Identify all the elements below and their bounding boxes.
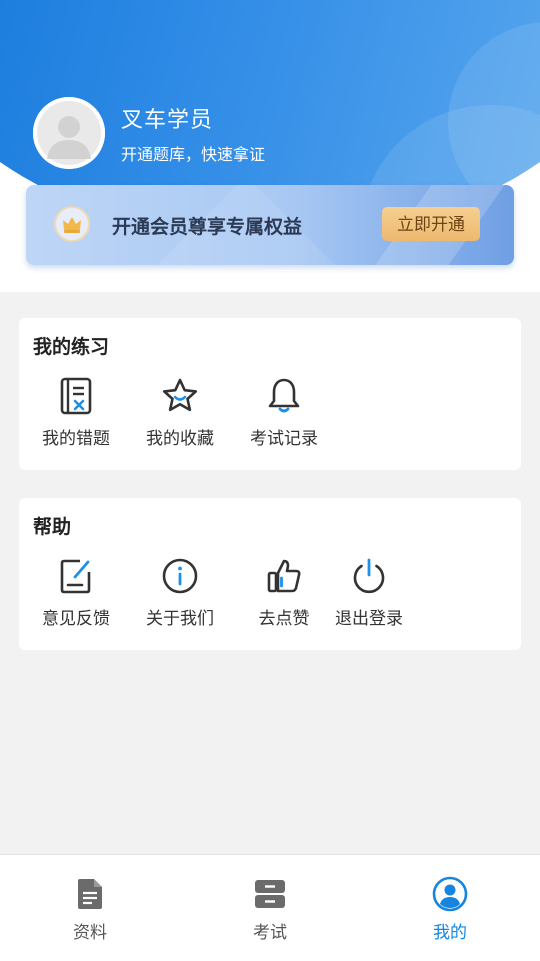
profile-subtitle: 开通题库，快速拿证	[121, 145, 266, 164]
profile-header: 叉车学员 开通题库，快速拿证 开通会员尊享专属权益 立即开通	[0, 0, 540, 292]
vip-banner-text: 开通会员尊享专属权益	[112, 216, 303, 238]
wrong-questions-icon	[60, 377, 92, 415]
tab-exam-label: 考试	[253, 923, 287, 943]
avatar[interactable]	[33, 97, 105, 169]
help-title: 帮助	[33, 516, 72, 538]
tab-exam[interactable]: 考试	[180, 855, 360, 961]
help-card: 帮助 意见反馈 关于我们 去点赞 退出登录	[19, 498, 521, 650]
logout-label: 退出登录	[335, 609, 403, 629]
profile-icon	[432, 876, 468, 912]
feedback-edit-icon	[60, 559, 91, 594]
tab-materials[interactable]: 资料	[0, 855, 180, 961]
feedback-label: 意见反馈	[42, 609, 110, 629]
bell-records-icon	[268, 378, 300, 413]
bottom-tab-bar: 资料 考试 我的	[0, 854, 540, 961]
username: 叉车学员	[121, 108, 214, 133]
vip-banner[interactable]: 开通会员尊享专属权益 立即开通	[26, 185, 514, 265]
feedback-item[interactable]: 意见反馈	[28, 556, 124, 629]
wrong-questions-label: 我的错题	[42, 429, 110, 449]
favorites-item[interactable]: 我的收藏	[132, 376, 228, 449]
tab-materials-label: 资料	[73, 923, 107, 943]
exam-icon	[255, 880, 285, 908]
practice-title: 我的练习	[33, 336, 110, 358]
about-us-label: 关于我们	[146, 609, 214, 629]
like-item[interactable]: 去点赞	[236, 556, 332, 629]
like-label: 去点赞	[258, 609, 310, 629]
tab-mine[interactable]: 我的	[360, 855, 540, 961]
tab-mine-label: 我的	[433, 923, 467, 943]
wrong-questions-item[interactable]: 我的错题	[28, 376, 124, 449]
logout-item[interactable]: 退出登录	[321, 556, 417, 629]
info-icon	[162, 558, 198, 594]
favorites-label: 我的收藏	[146, 429, 214, 449]
open-membership-button[interactable]: 立即开通	[382, 207, 480, 241]
power-icon	[353, 558, 385, 594]
about-us-item[interactable]: 关于我们	[132, 556, 228, 629]
exam-records-item[interactable]: 考试记录	[236, 376, 332, 449]
thumbs-up-icon	[267, 559, 301, 593]
document-icon	[78, 879, 102, 909]
exam-records-label: 考试记录	[250, 429, 318, 449]
avatar-placeholder-icon	[33, 97, 105, 169]
star-favorites-icon	[162, 378, 198, 412]
practice-card: 我的练习 我的错题 我的收藏 考试记录	[19, 318, 521, 470]
crown-icon	[54, 206, 90, 242]
